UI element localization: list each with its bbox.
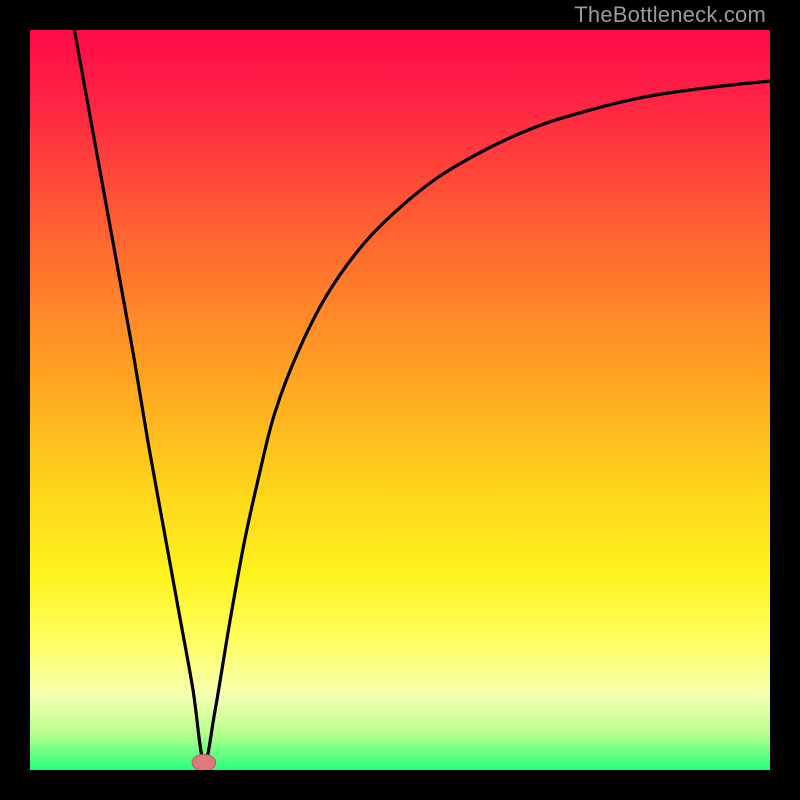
bottleneck-curve bbox=[74, 30, 770, 763]
watermark-text: TheBottleneck.com bbox=[574, 2, 766, 28]
minimum-marker bbox=[192, 754, 216, 770]
chart-frame: TheBottleneck.com bbox=[0, 0, 800, 800]
chart-svg bbox=[30, 30, 770, 770]
plot-area bbox=[30, 30, 770, 770]
